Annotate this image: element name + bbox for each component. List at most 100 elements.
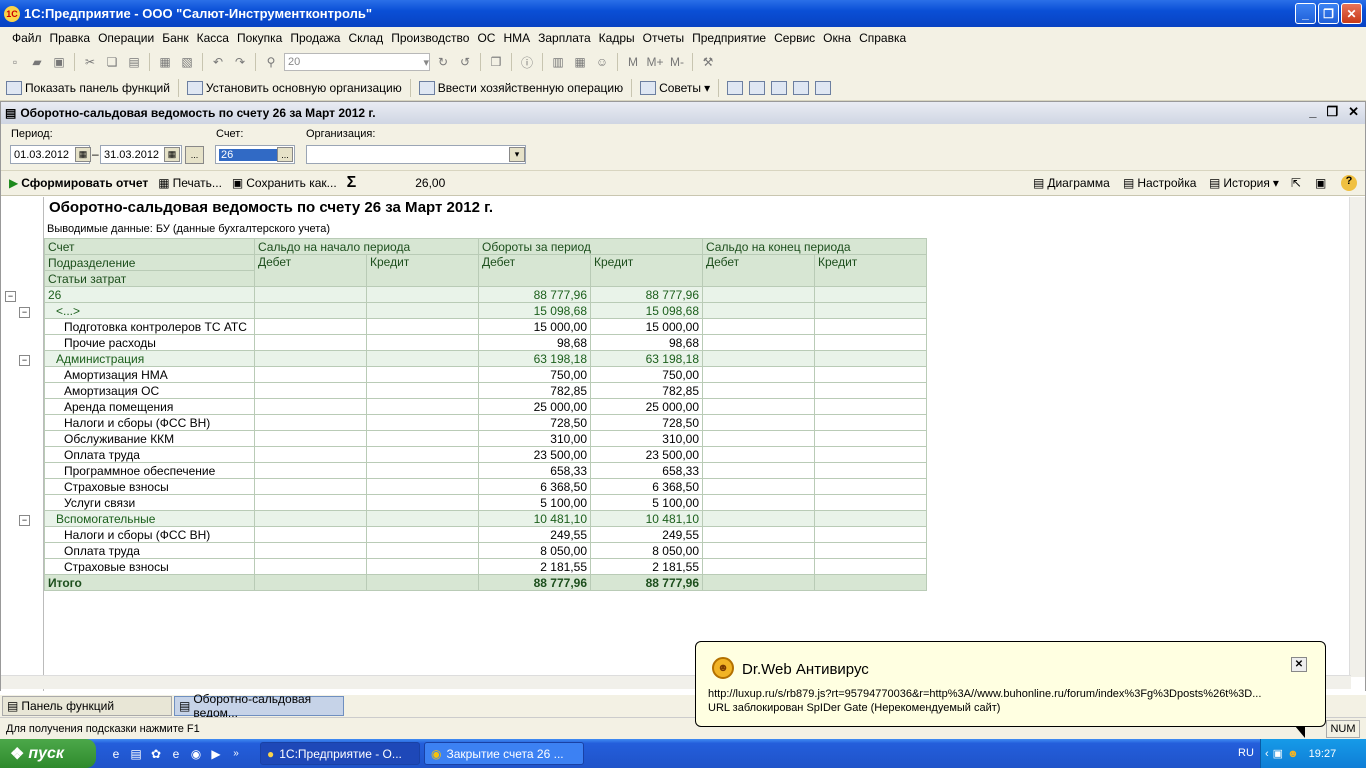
generate-report-button[interactable]: ▶ Сформировать отчет: [9, 176, 148, 190]
history-button[interactable]: ▤ История ▾: [1209, 176, 1279, 190]
menu-item[interactable]: Покупка: [233, 31, 286, 45]
pin-icon[interactable]: ⇱: [1291, 176, 1301, 190]
media-icon[interactable]: ✿: [146, 744, 166, 764]
save-icon[interactable]: ▣: [50, 53, 68, 71]
memory-minus-icon[interactable]: M-: [668, 53, 686, 71]
language-indicator[interactable]: RU: [1238, 747, 1254, 759]
tips-button[interactable]: Советы ▾: [640, 80, 710, 95]
find-next-icon[interactable]: ↻: [434, 53, 452, 71]
minimize-button[interactable]: _: [1295, 3, 1316, 24]
menu-item[interactable]: НМА: [499, 31, 534, 45]
start-button[interactable]: ❖ пуск: [0, 739, 96, 768]
report-spreadsheet[interactable]: − − − − Оборотно-сальдовая ведомость по сче…: [1, 197, 1365, 691]
menu-item[interactable]: Файл: [8, 31, 46, 45]
doc-close-button[interactable]: ✕: [1348, 104, 1359, 120]
calendar-icon[interactable]: ▦: [75, 147, 91, 162]
journal-icon[interactable]: [727, 80, 744, 95]
browser-icon[interactable]: e: [166, 744, 186, 764]
users-icon[interactable]: ☺: [593, 53, 611, 71]
menu-item[interactable]: Склад: [344, 31, 387, 45]
cut-icon[interactable]: ✂: [81, 53, 99, 71]
copy-icon[interactable]: ❏: [103, 53, 121, 71]
period-select-button[interactable]: ...: [185, 146, 204, 164]
task-1c[interactable]: ● 1С:Предприятие - О...: [260, 742, 420, 765]
account-select-button[interactable]: ...: [277, 147, 293, 162]
doc-restore-button[interactable]: ❐: [1326, 104, 1338, 120]
zoom-select[interactable]: 20 ▾: [284, 53, 430, 71]
doc-minimize-button[interactable]: _: [1309, 104, 1316, 120]
menu-item[interactable]: Касса: [193, 31, 233, 45]
paste-icon[interactable]: ▤: [125, 53, 143, 71]
find-prev-icon[interactable]: ↺: [456, 53, 474, 71]
notification-close-button[interactable]: ✕: [1291, 657, 1307, 672]
calculator-icon[interactable]: ▥: [549, 53, 567, 71]
collapse-toggle[interactable]: −: [19, 515, 30, 526]
cell-value: [702, 558, 815, 575]
show-panel-button[interactable]: Показать панель функций: [6, 80, 170, 95]
chrome-icon[interactable]: ◉: [186, 744, 206, 764]
menu-item[interactable]: Отчеты: [639, 31, 688, 45]
help-icon[interactable]: ?: [1341, 175, 1357, 191]
collapse-toggle[interactable]: −: [19, 307, 30, 318]
calendar-icon[interactable]: ▦: [571, 53, 589, 71]
network-icon[interactable]: ▣: [1273, 747, 1283, 760]
enter-operation-button[interactable]: Ввести хозяйственную операцию: [418, 80, 623, 95]
menu-item[interactable]: Зарплата: [534, 31, 595, 45]
cell-value: [814, 542, 927, 559]
cell-value: [702, 398, 815, 415]
organization-field[interactable]: [306, 145, 526, 164]
tab-report[interactable]: ▤ Оборотно-сальдовая ведом...: [174, 692, 344, 720]
add-doc-icon[interactable]: [749, 80, 766, 95]
menu-item[interactable]: Производство: [387, 31, 473, 45]
menu-item[interactable]: Предприятие: [688, 31, 770, 45]
report-icon[interactable]: [793, 80, 810, 95]
open-folder-icon[interactable]: ▰: [28, 53, 46, 71]
menu-item[interactable]: Операции: [94, 31, 158, 45]
calendar-icon[interactable]: ▦: [164, 147, 180, 162]
new-doc-icon[interactable]: ▫: [6, 53, 24, 71]
collapse-toggle[interactable]: −: [19, 355, 30, 366]
tab-functions-panel[interactable]: ▤ Панель функций: [2, 696, 172, 716]
save-as-button[interactable]: ▣ Сохранить как...: [232, 176, 337, 190]
menu-item[interactable]: Правка: [46, 31, 95, 45]
desktop-icon[interactable]: ▤: [126, 744, 146, 764]
chevron-down-icon[interactable]: ▾: [509, 147, 525, 162]
windows-icon[interactable]: ❒: [487, 53, 505, 71]
drweb-icon[interactable]: ☻: [1287, 748, 1299, 760]
menu-item[interactable]: ОС: [473, 31, 499, 45]
employees-icon[interactable]: [771, 80, 788, 95]
expand-quicklaunch-icon[interactable]: »: [226, 744, 246, 764]
tools-icon[interactable]: ⚒: [699, 53, 717, 71]
account-value: 26: [219, 148, 279, 161]
maximize-button[interactable]: ❐: [1318, 3, 1339, 24]
menu-item[interactable]: Продажа: [286, 31, 344, 45]
close-button[interactable]: ✕: [1341, 3, 1362, 24]
diagram-button[interactable]: ▤ Диаграмма: [1033, 176, 1110, 190]
undo-icon[interactable]: ↶: [209, 53, 227, 71]
memory-m-icon[interactable]: M: [624, 53, 642, 71]
info-icon[interactable]: ⓘ: [518, 53, 536, 71]
task-chrome[interactable]: ◉ Закрытие счета 26 ...: [424, 742, 584, 765]
row-label: Налоги и сборы (ФСС ВН): [44, 414, 255, 431]
preview-icon[interactable]: ▧: [178, 53, 196, 71]
ie-icon[interactable]: e: [106, 744, 126, 764]
tray-arrow-icon[interactable]: ‹: [1265, 748, 1269, 760]
menu-item[interactable]: Сервис: [770, 31, 819, 45]
memory-plus-icon[interactable]: M+: [646, 53, 664, 71]
menu-item[interactable]: Справка: [855, 31, 910, 45]
collapse-toggle[interactable]: −: [5, 291, 16, 302]
set-org-button[interactable]: Установить основную организацию: [186, 80, 402, 95]
print-icon[interactable]: ▦: [156, 53, 174, 71]
search-icon[interactable]: ⚲: [262, 53, 280, 71]
menu-item[interactable]: Кадры: [595, 31, 639, 45]
settings-button[interactable]: ▤ Настройка: [1123, 176, 1196, 190]
print-button[interactable]: ▦ Печать...: [158, 176, 222, 190]
redo-icon[interactable]: ↷: [231, 53, 249, 71]
lock-icon[interactable]: ▣: [1315, 176, 1326, 190]
menu-item[interactable]: Банк: [158, 31, 192, 45]
notification-title: Dr.Web Антивирус: [742, 661, 869, 678]
player-icon[interactable]: ▶: [206, 744, 226, 764]
vertical-scrollbar[interactable]: [1349, 197, 1365, 677]
menu-item[interactable]: Окна: [819, 31, 855, 45]
export-icon[interactable]: [815, 80, 832, 95]
